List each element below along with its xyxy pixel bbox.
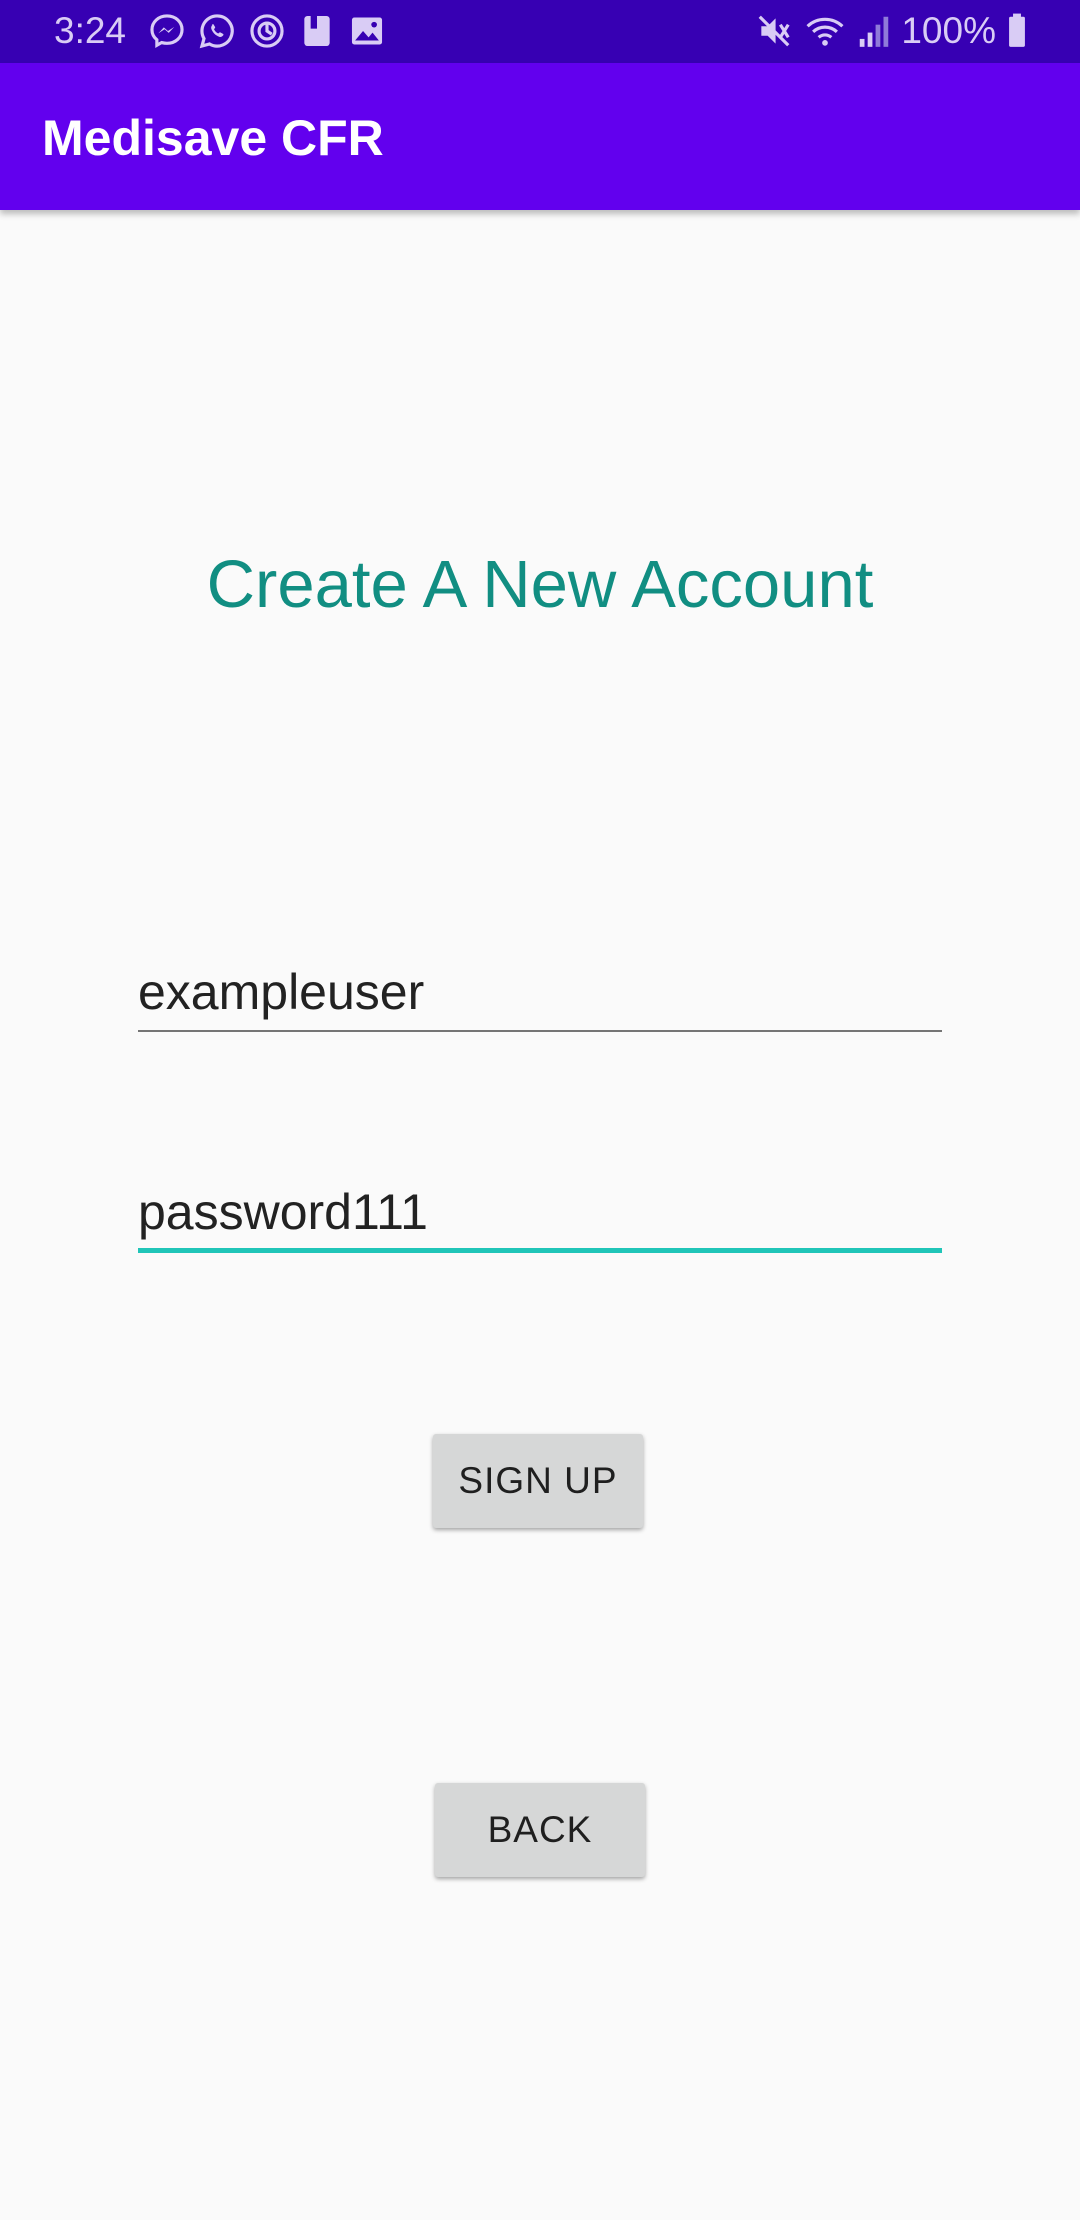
whatsapp-icon bbox=[198, 12, 236, 50]
status-time: 3:24 bbox=[54, 10, 127, 51]
back-button[interactable]: BACK bbox=[435, 1783, 645, 1877]
username-underline bbox=[138, 1030, 942, 1032]
whatsapp-icon bbox=[248, 12, 286, 50]
signal-icon bbox=[857, 12, 891, 50]
messenger-icon bbox=[148, 12, 186, 50]
sign-up-button[interactable]: SIGN UP bbox=[433, 1434, 643, 1528]
wifi-icon bbox=[803, 12, 847, 50]
system-status: 100% bbox=[755, 8, 1028, 54]
mute-icon bbox=[755, 12, 793, 50]
book-icon bbox=[298, 12, 336, 50]
page-title: Create A New Account bbox=[206, 547, 874, 622]
status-bar: 3:24 100% bbox=[0, 0, 1080, 63]
username-input[interactable] bbox=[138, 954, 942, 1030]
username-field[interactable] bbox=[138, 954, 942, 1034]
password-field[interactable] bbox=[138, 1174, 942, 1254]
app-bar: Medisave CFR bbox=[0, 63, 1080, 210]
app-title: Medisave CFR bbox=[42, 110, 384, 166]
battery-icon bbox=[1006, 12, 1028, 50]
image-icon bbox=[348, 12, 386, 50]
notification-icons bbox=[148, 12, 386, 50]
password-input[interactable] bbox=[138, 1174, 942, 1250]
battery-percent: 100% bbox=[901, 10, 996, 51]
password-underline-focused bbox=[138, 1248, 942, 1253]
